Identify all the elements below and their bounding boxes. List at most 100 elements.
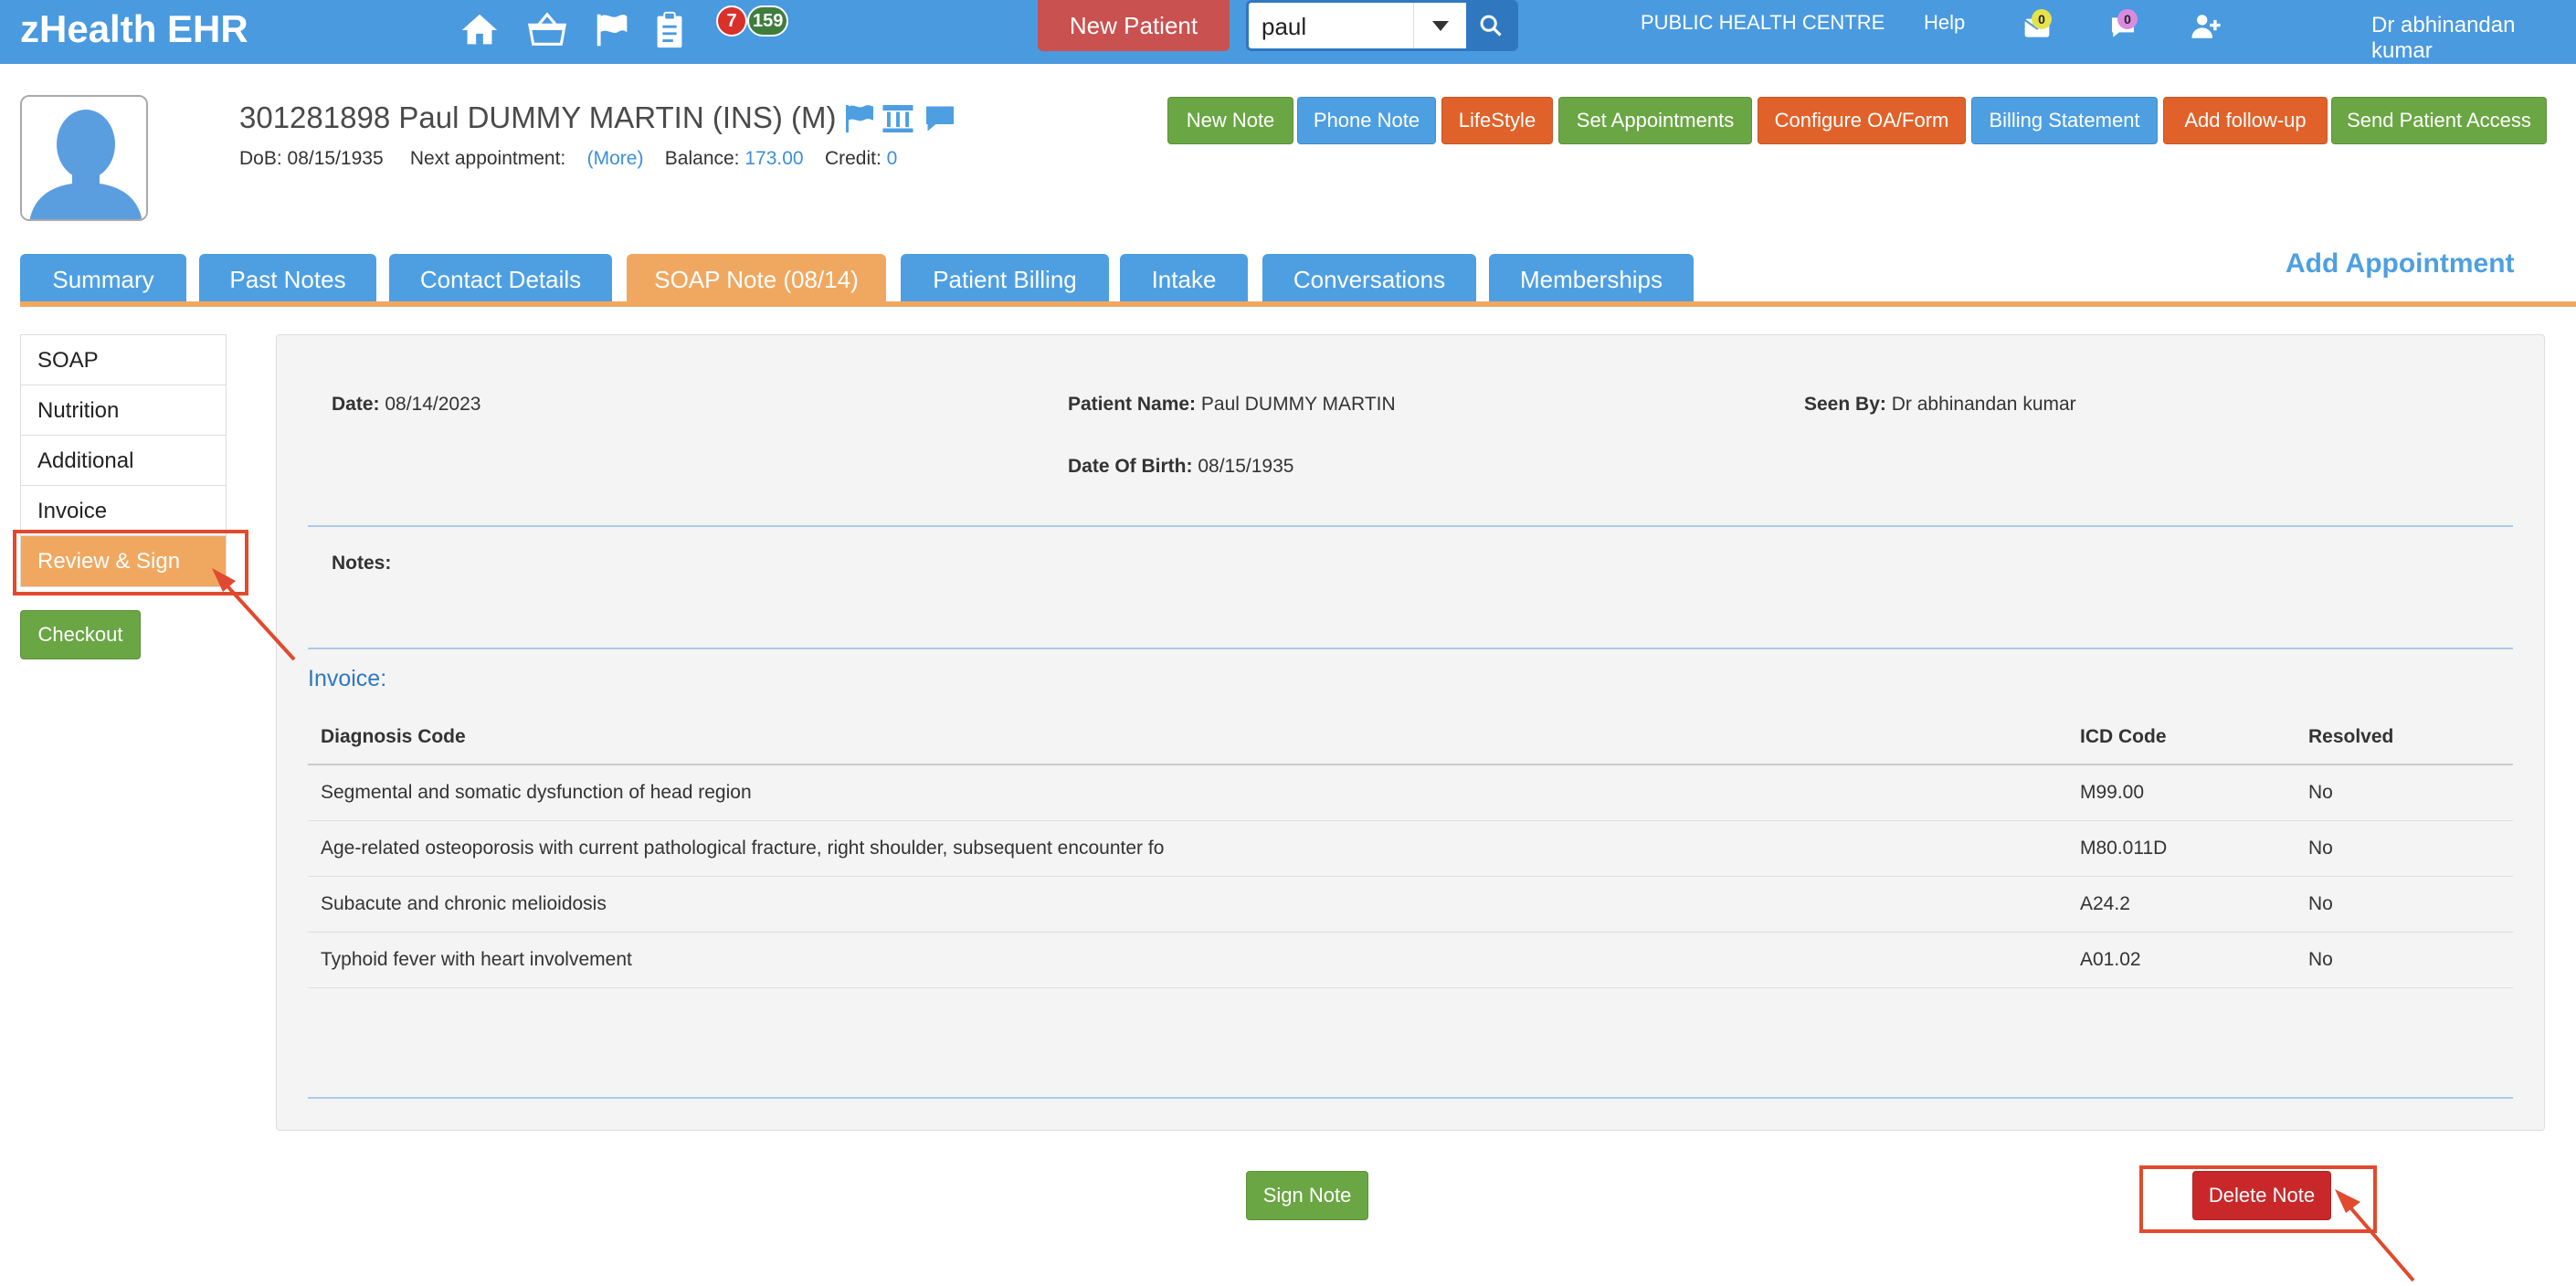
note-dob: Date Of Birth: 08/15/1935 — [1068, 456, 1293, 478]
mail-icon[interactable]: 0 — [2022, 9, 2052, 42]
patient-search — [1246, 0, 1518, 51]
note-date: Date: 08/14/2023 — [332, 394, 480, 416]
table-row: Subacute and chronic melioidosis A24.2 N… — [308, 876, 2513, 933]
notes-label: Notes: — [332, 553, 392, 574]
invoice-table: Diagnosis Code ICD Code Resolved Segment… — [308, 710, 2513, 988]
note-seen-by: Seen By: Dr abhinandan kumar — [1804, 394, 2076, 416]
nav-additional[interactable]: Additional — [21, 436, 226, 486]
annotation-highlight-review — [13, 530, 248, 596]
diagnosis-cell: Typhoid fever with heart involvement — [308, 932, 2067, 988]
balance-value[interactable]: 173.00 — [744, 148, 803, 169]
credit-value[interactable]: 0 — [887, 148, 898, 169]
column-header-diagnosis: Diagnosis Code — [308, 710, 2067, 765]
patient-insurance-icon[interactable] — [881, 102, 915, 135]
notification-badge-red[interactable]: 7 — [716, 5, 747, 37]
divider — [308, 648, 2513, 649]
billing-statement-button[interactable]: Billing Statement — [1971, 97, 2158, 144]
chat-icon[interactable]: 0 — [2108, 9, 2138, 42]
resolved-cell: No — [2296, 932, 2513, 988]
centre-name[interactable]: PUBLIC HEALTH CENTRE — [1641, 11, 1884, 35]
table-header-row: Diagnosis Code ICD Code Resolved — [308, 710, 2513, 765]
notes-section: Notes: — [332, 553, 391, 574]
tab-contact-details[interactable]: Contact Details — [389, 254, 612, 305]
patient-flag-icon[interactable] — [842, 102, 877, 135]
top-bar: zHealth EHR 7 159 New Patient PUBLIC HEA… — [0, 0, 2576, 64]
table-row: Age-related osteoporosis with current pa… — [308, 820, 2513, 877]
note-date-value: 08/14/2023 — [385, 394, 481, 415]
credit-label: Credit: — [824, 148, 882, 169]
more-link[interactable]: (More) — [587, 148, 644, 169]
note-seen-label: Seen By: — [1804, 394, 1886, 415]
diagnosis-cell: Segmental and somatic dysfunction of hea… — [308, 764, 2067, 821]
notification-badge-green[interactable]: 159 — [747, 5, 789, 37]
add-appointment-link[interactable]: Add Appointment — [2286, 248, 2515, 279]
configure-form-button[interactable]: Configure OA/Form — [1758, 97, 1966, 144]
new-note-button[interactable]: New Note — [1167, 97, 1293, 144]
icd-cell: A24.2 — [2067, 876, 2296, 933]
divider — [308, 525, 2513, 527]
tab-past-notes[interactable]: Past Notes — [199, 254, 376, 305]
note-patient-name: Patient Name: Paul DUMMY MARTIN — [1068, 394, 1396, 416]
lifestyle-button[interactable]: LifeStyle — [1441, 97, 1553, 144]
tab-conversations[interactable]: Conversations — [1262, 254, 1476, 305]
patient-message-icon[interactable] — [923, 102, 957, 135]
tab-memberships[interactable]: Memberships — [1489, 254, 1694, 305]
nav-nutrition[interactable]: Nutrition — [21, 385, 226, 436]
dob-label: DoB: — [239, 148, 282, 169]
basket-icon[interactable] — [526, 9, 568, 51]
icd-cell: A01.02 — [2067, 932, 2296, 988]
search-icon — [1480, 15, 1502, 37]
table-row: Typhoid fever with heart involvement A01… — [308, 932, 2513, 988]
mail-count-badge: 0 — [2032, 9, 2052, 29]
search-dropdown-toggle[interactable] — [1413, 3, 1464, 48]
current-user[interactable]: Dr abhinandan kumar — [2371, 13, 2576, 64]
patient-avatar — [20, 95, 148, 221]
home-icon[interactable] — [459, 9, 501, 51]
send-patient-access-button[interactable]: Send Patient Access — [2331, 97, 2547, 144]
icd-cell: M80.011D — [2067, 820, 2296, 877]
new-patient-button[interactable]: New Patient — [1038, 0, 1230, 51]
tab-intake[interactable]: Intake — [1120, 254, 1248, 305]
tab-soap-note[interactable]: SOAP Note (08/14) — [627, 254, 886, 305]
search-button[interactable] — [1466, 3, 1515, 48]
phone-note-button[interactable]: Phone Note — [1297, 97, 1436, 144]
resolved-cell: No — [2296, 764, 2513, 821]
note-seen-value: Dr abhinandan kumar — [1891, 394, 2076, 415]
column-header-icd: ICD Code — [2067, 710, 2296, 765]
column-header-resolved: Resolved — [2296, 710, 2513, 765]
nav-invoice[interactable]: Invoice — [21, 486, 226, 536]
resolved-cell: No — [2296, 820, 2513, 877]
nav-soap[interactable]: SOAP — [21, 335, 226, 385]
help-link[interactable]: Help — [1924, 11, 1965, 35]
tab-underline — [20, 301, 2576, 307]
table-row: Segmental and somatic dysfunction of hea… — [308, 764, 2513, 821]
flag-icon[interactable] — [592, 9, 634, 51]
set-appointments-button[interactable]: Set Appointments — [1558, 97, 1752, 144]
icd-cell: M99.00 — [2067, 764, 2296, 821]
tab-patient-billing[interactable]: Patient Billing — [901, 254, 1109, 305]
resolved-cell: No — [2296, 876, 2513, 933]
diagnosis-cell: Subacute and chronic melioidosis — [308, 876, 2067, 933]
note-patient-value: Paul DUMMY MARTIN — [1200, 394, 1396, 415]
add-followup-button[interactable]: Add follow-up — [2163, 97, 2328, 144]
review-panel: Date: 08/14/2023 Patient Name: Paul DUMM… — [276, 334, 2545, 1131]
tab-summary[interactable]: Summary — [20, 254, 186, 305]
next-appointment-label: Next appointment: — [409, 148, 566, 169]
search-input[interactable] — [1262, 10, 1417, 43]
chat-count-badge: 0 — [2117, 9, 2138, 29]
divider — [308, 1097, 2513, 1099]
diagnosis-cell: Age-related osteoporosis with current pa… — [308, 820, 2067, 877]
add-user-icon[interactable] — [2191, 11, 2222, 42]
note-dob-label: Date Of Birth: — [1068, 456, 1193, 477]
checkout-button[interactable]: Checkout — [20, 610, 141, 659]
dob-value: 08/15/1935 — [287, 148, 384, 169]
annotation-highlight-delete — [2139, 1165, 2377, 1233]
sign-note-button[interactable]: Sign Note — [1246, 1171, 1368, 1220]
patient-title: 301281898 Paul DUMMY MARTIN (INS) (M) — [239, 100, 837, 134]
invoice-heading: Invoice: — [308, 666, 387, 691]
note-patient-label: Patient Name: — [1068, 394, 1197, 415]
clipboard-icon[interactable] — [649, 9, 691, 51]
app-title[interactable]: zHealth EHR — [20, 7, 248, 51]
balance-label: Balance: — [664, 148, 740, 169]
note-date-label: Date: — [332, 394, 380, 415]
